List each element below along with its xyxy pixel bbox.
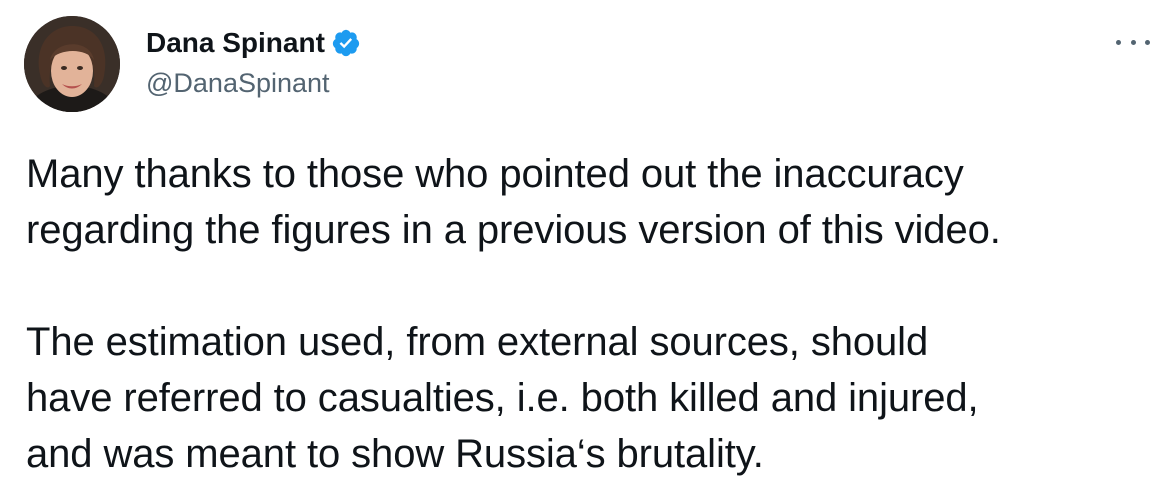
- author-handle[interactable]: @DanaSpinant: [146, 67, 330, 99]
- more-horizontal-icon: [1116, 39, 1121, 45]
- more-horizontal-icon: [1130, 39, 1136, 45]
- tweet-text: Many thanks to those who pointed out the…: [26, 146, 1151, 482]
- display-name[interactable]: Dana Spinant: [146, 26, 325, 60]
- tweet-text-line: Many thanks to those who pointed out the…: [26, 152, 964, 196]
- avatar[interactable]: [24, 16, 120, 112]
- tweet-text-line: and was meant to show Russia‘s brutality…: [26, 432, 764, 476]
- more-horizontal-icon: [1145, 39, 1150, 45]
- tweet-text-line: The estimation used, from external sourc…: [26, 320, 929, 364]
- tweet-card: Dana Spinant @DanaSpinant Many thanks to…: [0, 0, 1162, 488]
- verified-badge-icon: [331, 28, 361, 58]
- more-options-button[interactable]: [1116, 30, 1150, 54]
- author-name-row: Dana Spinant: [146, 26, 361, 60]
- tweet-text-line: have referred to casualties, i.e. both k…: [26, 376, 979, 420]
- tweet-text-line: regarding the figures in a previous vers…: [26, 208, 1001, 252]
- profile-photo-icon: [24, 16, 120, 112]
